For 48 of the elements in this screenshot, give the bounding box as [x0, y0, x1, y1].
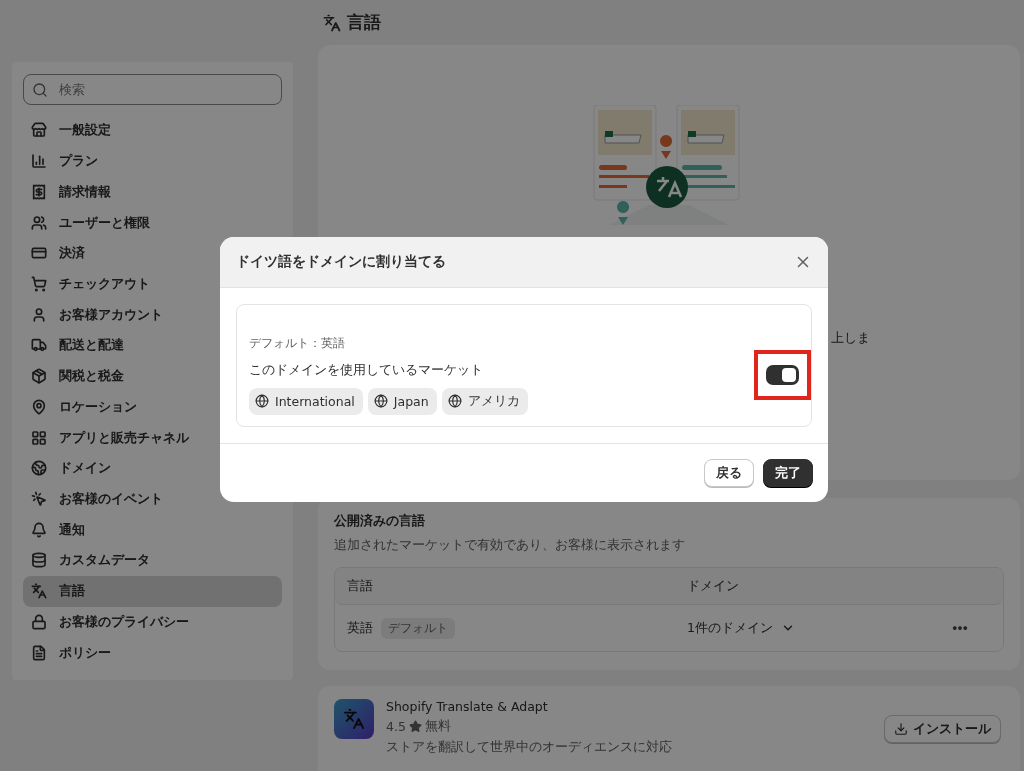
section-subtitle: 追加されたマーケットで有効であり、お客様に表示されます — [334, 536, 686, 554]
done-button[interactable]: 完了 — [763, 459, 813, 487]
toggle-switch[interactable] — [766, 364, 799, 385]
download-icon — [894, 722, 908, 736]
cart-icon — [31, 275, 47, 292]
grid-icon — [31, 429, 47, 446]
language-icon — [31, 583, 47, 600]
globe-icon — [447, 394, 462, 408]
column-header: ドメイン — [687, 577, 740, 595]
globe-icon — [373, 394, 388, 408]
market-tag: アメリカ — [441, 387, 528, 415]
language-icon — [323, 13, 341, 32]
lock-icon — [31, 613, 47, 630]
default-badge: デフォルト — [381, 617, 455, 639]
column-header: 言語 — [347, 577, 374, 595]
market-tag: International — [249, 387, 363, 415]
back-button[interactable]: 戻る — [704, 459, 754, 487]
app-logo-icon — [334, 699, 374, 739]
hero-text: 上しま — [831, 329, 870, 347]
package-icon — [31, 368, 47, 385]
pointer-click-icon — [31, 491, 47, 507]
bell-icon — [31, 521, 47, 538]
person-icon — [31, 306, 47, 323]
card-icon — [31, 245, 47, 262]
install-button[interactable]: インストール — [884, 715, 1001, 743]
page-title: 言語 — [347, 11, 381, 34]
globe-icon — [255, 394, 269, 408]
document-icon — [31, 644, 47, 661]
pin-icon — [31, 398, 47, 415]
truck-icon — [31, 337, 47, 354]
section-title: 公開済みの言語 — [334, 512, 426, 530]
domain-count: 1件のドメイン — [687, 619, 773, 637]
database-icon — [31, 552, 47, 569]
star-icon — [408, 720, 422, 733]
sidebar-item[interactable]: 言語 — [23, 575, 282, 607]
market-tag: Japan — [367, 387, 437, 415]
globe-icon — [31, 460, 47, 477]
app-price: 無料 — [424, 718, 451, 735]
app-rating: 4.5 — [386, 719, 406, 734]
receipt-icon — [31, 183, 47, 200]
search-field[interactable]: 検索 — [23, 74, 282, 105]
language-name: 英語 — [347, 619, 373, 637]
search-icon — [32, 82, 48, 98]
app-name: Shopify Translate & Adapt — [386, 699, 549, 714]
store-icon — [31, 122, 47, 139]
users-icon — [31, 214, 47, 231]
bar-chart-icon — [31, 153, 47, 170]
app-description: ストアを翻訳して世界中のオーディエンスに対応 — [386, 739, 672, 756]
